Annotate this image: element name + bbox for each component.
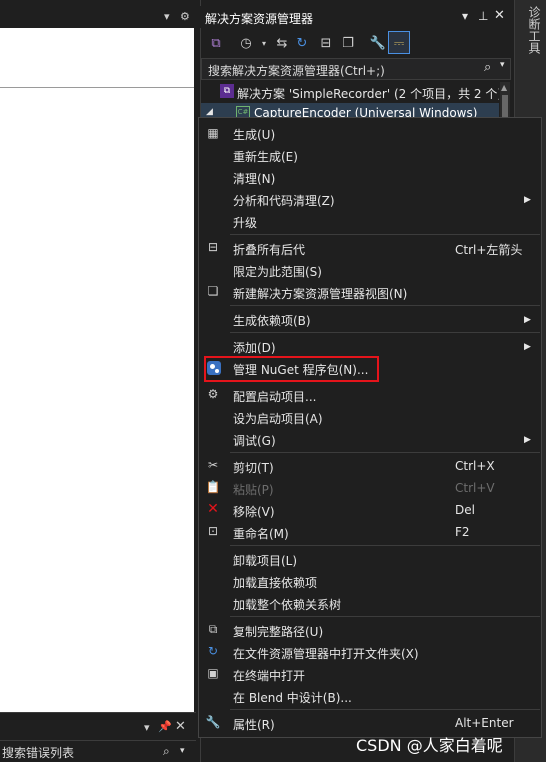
- menu-separator: [230, 305, 540, 306]
- error-list-dropdown-icon[interactable]: ▾: [144, 721, 150, 734]
- se-pin-icon[interactable]: ⊥: [478, 9, 488, 23]
- scissors-icon: ✂: [207, 458, 219, 472]
- rename-shortcut: F2: [455, 525, 470, 539]
- menu-item-build[interactable]: 生成(U): [233, 126, 275, 143]
- menu-item-unload-project[interactable]: 卸载项目(L): [233, 552, 297, 569]
- open-folder-icon: ↻: [207, 644, 219, 658]
- menu-item-remove[interactable]: 移除(V): [233, 503, 275, 520]
- nuget-highlight-box: [204, 356, 379, 382]
- terminal-icon: ▣: [207, 666, 219, 680]
- menu-separator: [230, 452, 540, 453]
- menu-item-new-view[interactable]: 新建解决方案资源管理器视图(N): [233, 285, 407, 302]
- collapse-icon: ⊟: [207, 240, 219, 254]
- build-icon: ▦: [207, 126, 219, 140]
- menu-item-build-dependencies[interactable]: 生成依赖项(B): [233, 312, 311, 329]
- menu-item-upgrade[interactable]: 升级: [233, 214, 257, 231]
- menu-item-load-entire-tree[interactable]: 加载整个依赖关系树: [233, 596, 341, 613]
- cut-shortcut: Ctrl+X: [455, 459, 495, 473]
- menu-item-configure-startup[interactable]: 配置启动项目...: [233, 388, 316, 405]
- properties-wrench-icon[interactable]: 🔧: [368, 34, 388, 54]
- copy-icon: ⧉: [208, 622, 218, 636]
- menu-item-rename[interactable]: 重命名(M): [233, 525, 289, 542]
- menu-separator: [230, 545, 540, 546]
- menu-item-copy-full-path[interactable]: 复制完整路径(U): [233, 623, 323, 640]
- error-list-search-arrow-icon[interactable]: ▾: [180, 746, 185, 756]
- menu-item-analyze[interactable]: 分析和代码清理(Z): [233, 192, 335, 209]
- solution-label: 解决方案 'SimpleRecorder' (2 个项目，共 2 个): [237, 87, 499, 101]
- properties-shortcut: Alt+Enter: [455, 716, 514, 730]
- preview-selected-items-icon[interactable]: ⎓: [389, 34, 409, 54]
- history-dropdown-icon[interactable]: ▾: [254, 34, 274, 54]
- menu-item-rebuild[interactable]: 重新生成(E): [233, 148, 298, 165]
- editor-divider: [0, 87, 194, 88]
- gear-icon: ⚙: [207, 387, 219, 401]
- menu-item-add[interactable]: 添加(D): [233, 339, 276, 356]
- submenu-arrow-icon: ▶: [524, 195, 531, 205]
- history-icon[interactable]: ◷: [236, 34, 256, 54]
- error-list-close-icon[interactable]: ✕: [175, 719, 186, 734]
- csdn-watermark: CSDN @人家白着呢: [356, 736, 503, 755]
- menu-item-paste: 粘贴(P): [233, 483, 274, 497]
- collapse-all-icon[interactable]: ⊟: [316, 34, 336, 54]
- diagnostics-tools-tab[interactable]: 诊断工具: [519, 6, 541, 54]
- menu-item-scope-to-this[interactable]: 限定为此范围(S): [233, 263, 322, 280]
- se-dropdown-icon[interactable]: ▾: [462, 9, 468, 23]
- settings-gear-icon[interactable]: ⚙: [180, 10, 190, 23]
- menu-item-set-as-startup[interactable]: 设为启动项目(A): [233, 410, 323, 427]
- submenu-arrow-icon: ▶: [524, 342, 531, 352]
- menu-item-cut[interactable]: 剪切(T): [233, 459, 274, 476]
- se-close-icon[interactable]: ✕: [494, 8, 505, 23]
- menu-item-open-in-terminal[interactable]: 在终端中打开: [233, 667, 305, 684]
- sync-icon[interactable]: ⇆: [272, 34, 292, 54]
- menu-separator: [230, 616, 540, 617]
- scroll-up-icon[interactable]: ▲: [501, 83, 507, 92]
- se-search-icon[interactable]: ⌕: [484, 60, 491, 75]
- paste-icon: 📋: [205, 480, 221, 494]
- refresh-icon[interactable]: ↻: [292, 34, 312, 54]
- show-all-files-icon[interactable]: ❐: [338, 34, 358, 54]
- menu-item-debug[interactable]: 调试(G): [233, 432, 276, 449]
- error-list-pin-icon[interactable]: 📌: [158, 720, 172, 733]
- remove-x-icon: ✕: [207, 501, 219, 517]
- wrench-icon: 🔧: [205, 715, 221, 729]
- error-list-search-placeholder: 搜索错误列表: [2, 746, 75, 760]
- submenu-arrow-icon: ▶: [524, 315, 531, 325]
- solution-explorer-title: 解决方案资源管理器: [205, 12, 314, 26]
- menu-separator: [230, 332, 540, 333]
- rename-icon: ⊡: [207, 524, 219, 538]
- paste-shortcut: Ctrl+V: [455, 481, 495, 495]
- menu-item-collapse-all[interactable]: 折叠所有后代: [233, 241, 305, 258]
- remove-shortcut: Del: [455, 503, 475, 517]
- solution-icon: ⧉: [220, 84, 234, 98]
- vs-switch-view-icon[interactable]: ⧉: [206, 34, 226, 54]
- error-list-search-icon[interactable]: ⌕: [163, 744, 170, 759]
- menu-separator: [230, 234, 540, 235]
- submenu-arrow-icon: ▶: [524, 435, 531, 445]
- se-search-placeholder: 搜索解决方案资源管理器(Ctrl+;): [208, 64, 385, 78]
- expand-arrow-icon[interactable]: ◢: [206, 107, 213, 117]
- se-search-arrow-icon[interactable]: ▾: [500, 60, 505, 70]
- menu-item-load-direct-deps[interactable]: 加载直接依赖项: [233, 574, 317, 591]
- collapse-all-shortcut: Ctrl+左箭头: [455, 243, 523, 257]
- menu-item-open-in-explorer[interactable]: 在文件资源管理器中打开文件夹(X): [233, 645, 419, 662]
- editor-area[interactable]: [0, 28, 194, 712]
- menu-item-design-in-blend[interactable]: 在 Blend 中设计(B)...: [233, 689, 352, 706]
- new-view-icon: ❏: [207, 284, 219, 298]
- window-dropdown-icon[interactable]: ▾: [164, 10, 170, 23]
- menu-separator: [230, 709, 540, 710]
- menu-item-properties[interactable]: 属性(R): [233, 716, 275, 733]
- menu-item-clean[interactable]: 清理(N): [233, 170, 275, 187]
